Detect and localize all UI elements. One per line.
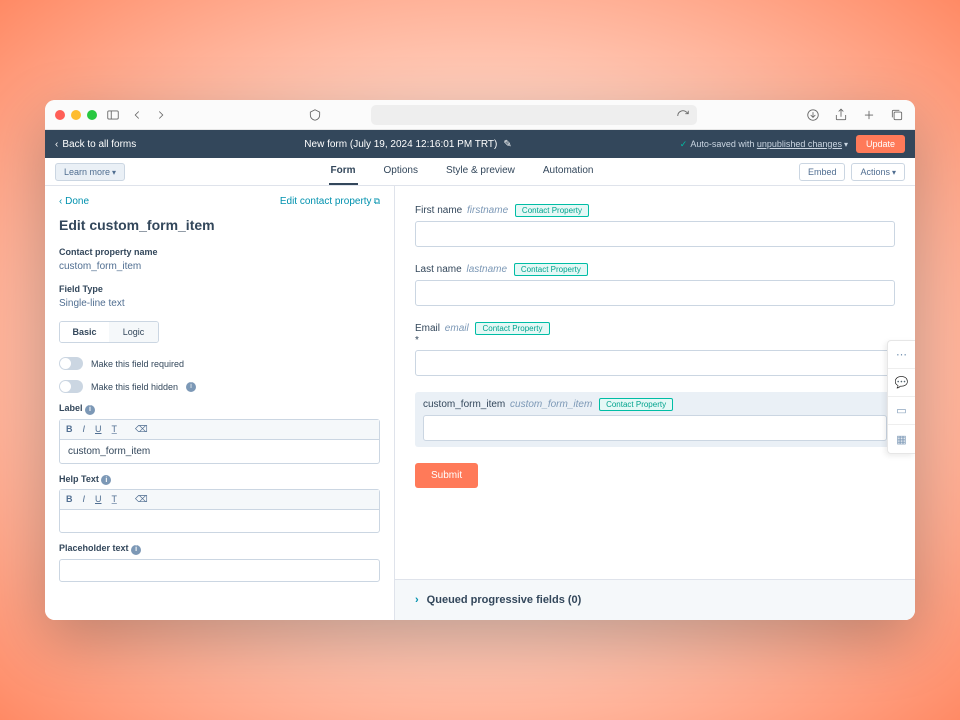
sidebar-toggle-icon[interactable] [105, 107, 121, 123]
underline-icon[interactable]: U [95, 424, 102, 435]
done-link[interactable]: ‹ Done [59, 196, 89, 207]
preview-input[interactable] [415, 350, 895, 376]
info-icon[interactable]: i [101, 475, 111, 485]
edit-contact-property-link[interactable]: Edit contact property⧉ [280, 196, 380, 207]
prop-name-value: custom_form_item [59, 261, 380, 272]
nav-forward-icon[interactable] [153, 107, 169, 123]
reload-icon[interactable] [675, 108, 691, 124]
label-input[interactable]: custom_form_item [60, 440, 379, 463]
label-section-label: Label [59, 403, 83, 413]
rte-toolbar: B I U T̲ ⌫ [60, 420, 379, 440]
prop-name-label: Contact property name [59, 247, 380, 257]
app-window: ‹ Back to all forms New form (July 19, 2… [45, 100, 915, 620]
label-editor: B I U T̲ ⌫ custom_form_item [59, 419, 380, 464]
sub-nav-bar: Learn more▾ Form Options Style & preview… [45, 158, 915, 186]
text-color-icon[interactable]: T̲ [112, 424, 118, 435]
placeholder-input[interactable] [59, 559, 380, 582]
close-window-icon[interactable] [55, 110, 65, 120]
url-bar[interactable] [371, 105, 697, 125]
toggle-hidden[interactable] [59, 380, 83, 393]
share-icon[interactable] [833, 107, 849, 123]
autosave-status[interactable]: ✓Auto-saved with unpublished changes▾ [680, 139, 848, 150]
chrome-right-icons [805, 107, 905, 123]
toggle-required-label: Make this field required [91, 359, 184, 369]
toggle-hidden-label: Make this field hidden [91, 382, 178, 392]
field-editor-panel: ‹ Done Edit contact property⧉ Edit custo… [45, 186, 395, 620]
info-icon[interactable]: i [85, 405, 95, 415]
tab-form[interactable]: Form [329, 158, 358, 185]
field-type-value: Single-line text [59, 298, 380, 309]
rte-toolbar: B I U T̲ ⌫ [60, 490, 379, 510]
preview-field-custom_form_item[interactable]: custom_form_item custom_form_item Contac… [415, 392, 895, 447]
tabs-overview-icon[interactable] [889, 107, 905, 123]
bold-icon[interactable]: B [66, 494, 73, 505]
rail-item-1[interactable]: ⋯ [888, 341, 915, 369]
text-color-icon[interactable]: T̲ [112, 494, 118, 505]
minimize-window-icon[interactable] [71, 110, 81, 120]
clear-format-icon[interactable]: ⌫ [135, 424, 148, 435]
info-icon[interactable]: i [186, 382, 196, 392]
main-tabs: Form Options Style & preview Automation [329, 158, 596, 185]
form-title: New form (July 19, 2024 12:16:01 PM TRT) [304, 139, 497, 150]
nav-back-icon[interactable] [129, 107, 145, 123]
submit-button[interactable]: Submit [415, 463, 478, 488]
embed-button[interactable]: Embed [799, 163, 846, 181]
tab-logic[interactable]: Logic [109, 322, 158, 342]
external-link-icon: ⧉ [374, 196, 380, 206]
help-text-editor: B I U T̲ ⌫ [59, 489, 380, 533]
tab-style-preview[interactable]: Style & preview [444, 158, 517, 185]
new-tab-icon[interactable] [861, 107, 877, 123]
edit-title-icon[interactable]: ✎ [503, 139, 511, 150]
help-text-input[interactable] [60, 510, 379, 532]
toggle-required[interactable] [59, 357, 83, 370]
tab-automation[interactable]: Automation [541, 158, 596, 185]
italic-icon[interactable]: I [83, 424, 86, 435]
check-icon: ✓ [680, 139, 688, 149]
update-button[interactable]: Update [856, 135, 905, 153]
back-label: Back to all forms [62, 139, 136, 150]
queued-progressive-fields[interactable]: › Queued progressive fields (0) [395, 579, 915, 620]
preview-input[interactable] [415, 221, 895, 247]
form-preview-panel: First name firstname Contact Property Las… [395, 186, 915, 620]
preview-field-email[interactable]: Email email Contact Property* [415, 322, 895, 376]
help-rail: ⋯ 💬 ▭ ▦ [887, 340, 915, 454]
info-icon[interactable]: i [131, 545, 141, 555]
preview-input[interactable] [415, 280, 895, 306]
preview-field-lastname[interactable]: Last name lastname Contact Property [415, 263, 895, 306]
actions-button[interactable]: Actions▾ [851, 163, 905, 181]
basic-logic-tabs: Basic Logic [59, 321, 159, 343]
rail-chat-icon[interactable]: 💬 [888, 369, 915, 397]
shield-icon[interactable] [307, 107, 323, 123]
preview-field-firstname[interactable]: First name firstname Contact Property [415, 204, 895, 247]
editor-title: Edit custom_form_item [59, 217, 380, 233]
italic-icon[interactable]: I [83, 494, 86, 505]
traffic-lights [55, 110, 97, 120]
main-split: ‹ Done Edit contact property⧉ Edit custo… [45, 186, 915, 620]
queued-label: Queued progressive fields (0) [427, 594, 582, 606]
back-to-forms-link[interactable]: ‹ Back to all forms [55, 139, 136, 150]
clear-format-icon[interactable]: ⌫ [135, 494, 148, 505]
rail-calendar-icon[interactable]: ▦ [888, 425, 915, 453]
rail-window-icon[interactable]: ▭ [888, 397, 915, 425]
field-type-label: Field Type [59, 284, 380, 294]
help-section-label: Help Text [59, 474, 99, 484]
fullscreen-window-icon[interactable] [87, 110, 97, 120]
chevron-right-icon: › [415, 594, 419, 606]
learn-more-button[interactable]: Learn more▾ [55, 163, 125, 181]
placeholder-section-label: Placeholder text [59, 543, 129, 553]
chevron-left-icon: ‹ [55, 139, 58, 150]
preview-input[interactable] [423, 415, 887, 441]
chevron-down-icon: ▾ [844, 140, 848, 149]
app-header: ‹ Back to all forms New form (July 19, 2… [45, 130, 915, 158]
download-icon[interactable] [805, 107, 821, 123]
bold-icon[interactable]: B [66, 424, 73, 435]
browser-chrome [45, 100, 915, 130]
tab-options[interactable]: Options [382, 158, 420, 185]
tab-basic[interactable]: Basic [60, 322, 109, 342]
underline-icon[interactable]: U [95, 494, 102, 505]
